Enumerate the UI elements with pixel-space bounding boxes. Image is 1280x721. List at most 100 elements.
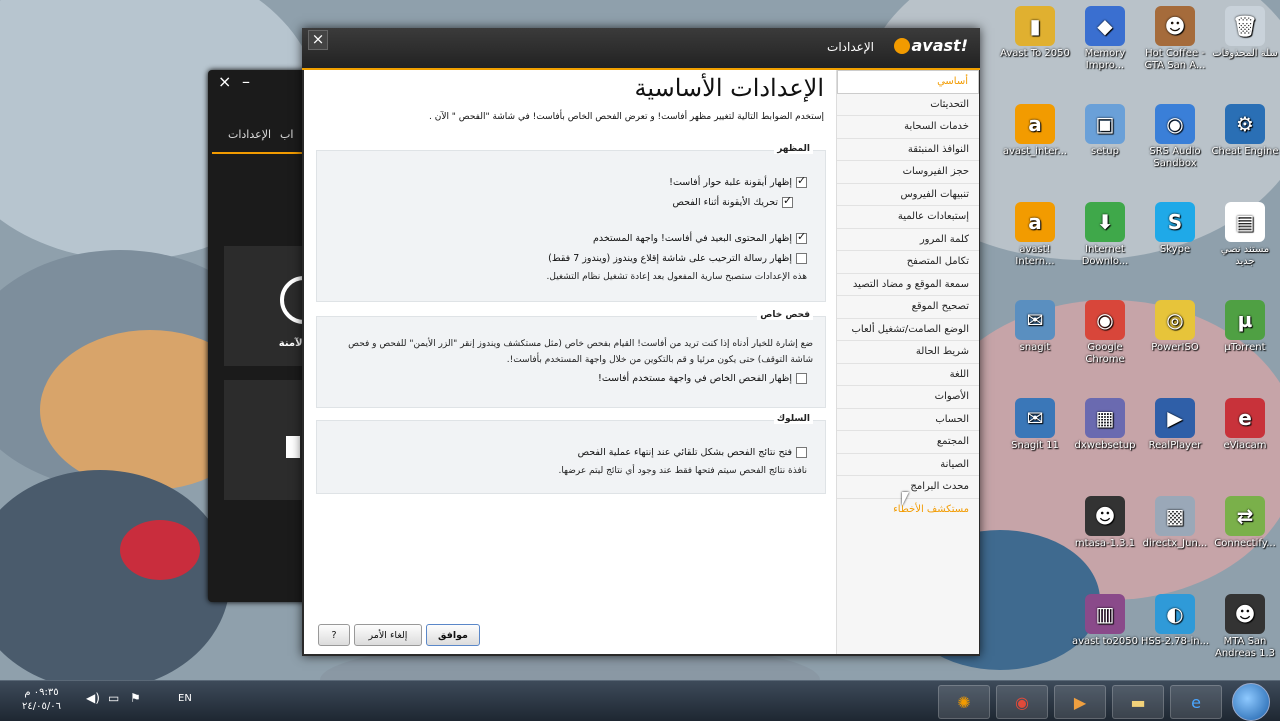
desktop-icon-label: سلة المحذوفات bbox=[1212, 48, 1278, 59]
sidebar-item[interactable]: حجز الفيروسات bbox=[837, 161, 979, 184]
desktop-icon[interactable]: ⚙ Cheat Engine bbox=[1210, 104, 1280, 158]
taskbar-chrome-icon[interactable]: ◉ bbox=[996, 685, 1048, 719]
language-indicator[interactable]: EN bbox=[178, 693, 192, 704]
sidebar-item[interactable]: النوافذ المنبثقة bbox=[837, 139, 979, 161]
panel-card[interactable]: الآمنة bbox=[224, 246, 328, 366]
tab-settings[interactable]: الإعدادات bbox=[228, 128, 271, 141]
desktop-icon[interactable]: ◆ Memory Impro... bbox=[1070, 6, 1140, 72]
background-avast-window[interactable]: × – الإعدادات اب الآمنة bbox=[208, 70, 328, 602]
remote-content-checkbox[interactable]: إظهار المحتوى البعيد في أفاست! واجهة الم… bbox=[593, 230, 807, 244]
sidebar-item[interactable]: الأصوات bbox=[837, 386, 979, 409]
desktop-icon[interactable]: ☻ MTA San Andreas 1.3 bbox=[1210, 594, 1280, 660]
taskbar-ie-icon[interactable]: e bbox=[1170, 685, 1222, 719]
taskbar-folder-icon[interactable]: ▬ bbox=[1112, 685, 1164, 719]
desktop-icon[interactable]: ▣ setup bbox=[1070, 104, 1140, 158]
sidebar-item[interactable]: إستبعادات عالمية bbox=[837, 206, 979, 229]
desktop-icon[interactable]: ▩ directx_Jun... bbox=[1140, 496, 1210, 550]
desktop-icon-label: HSS-2.78-in... bbox=[1140, 636, 1210, 647]
checkbox-unchecked[interactable] bbox=[796, 447, 807, 458]
custom-scan-desc-line-2: شاشة التوقف) حتى يكون مرئيا و قم بالتكوي… bbox=[506, 355, 813, 365]
desktop-icon[interactable]: ✉ snagit bbox=[1000, 300, 1070, 354]
appearance-section: المظهر إظهار أيقونة علبة حوار أفاست! تحر… bbox=[316, 144, 826, 302]
desktop-icon[interactable]: ◉ SRS Audio Sandbox bbox=[1140, 104, 1210, 170]
desktop-icon-label: snagit bbox=[1019, 342, 1051, 353]
desktop-icon[interactable]: µ µTorrent bbox=[1210, 300, 1280, 354]
desktop-icon-label: avast_inter... bbox=[1002, 146, 1068, 157]
desktop-icon-label: Snagit 11 bbox=[1011, 440, 1059, 451]
desktop-icon[interactable]: ☻ Hot Coffee - GTA San A... bbox=[1140, 6, 1210, 72]
desktop-icon[interactable]: ⇄ Connectify... bbox=[1210, 496, 1280, 550]
settings-dialog: × الإعدادات avast! الإعدادات الأساسية إس… bbox=[302, 28, 980, 656]
sidebar-item[interactable]: شريط الحالة bbox=[837, 341, 979, 364]
checkbox-checked[interactable] bbox=[782, 194, 793, 208]
sidebar-item[interactable]: الصيانة bbox=[837, 454, 979, 476]
welcome-message-checkbox[interactable]: إظهار رسالة الترحيب على شاشة إقلاع ويندو… bbox=[548, 253, 807, 264]
results-note: نافذة نتائج الفحص سيتم فتحها فقط عند وجو… bbox=[558, 466, 807, 476]
dialog-titlebar[interactable]: × الإعدادات avast! bbox=[302, 28, 980, 70]
desktop-icon-label: dxwebsetup bbox=[1074, 440, 1136, 451]
ok-button[interactable]: موافق bbox=[426, 624, 480, 646]
sidebar-item[interactable]: المجتمع bbox=[837, 431, 979, 454]
app-icon: ☻ bbox=[1155, 6, 1195, 46]
sidebar-item[interactable]: خدمات السحابة bbox=[837, 116, 979, 139]
desktop-icon[interactable]: ▦ dxwebsetup bbox=[1070, 398, 1140, 452]
sidebar-item[interactable]: تصحيح الموقع bbox=[837, 296, 979, 319]
sidebar-item[interactable]: تكامل المتصفح bbox=[837, 251, 979, 274]
dialog-title: الإعدادات bbox=[827, 40, 874, 54]
app-icon: ◉ bbox=[1085, 300, 1125, 340]
desktop-icon[interactable]: ◐ HSS-2.78-in... bbox=[1140, 594, 1210, 648]
animate-icon-checkbox[interactable]: تحريك الأيقونة أثناء الفحص bbox=[672, 194, 793, 208]
checkbox-unchecked[interactable] bbox=[796, 253, 807, 264]
desktop-icon[interactable]: ▶ RealPlayer bbox=[1140, 398, 1210, 452]
desktop-icon[interactable]: a avast_inter... bbox=[1000, 104, 1070, 158]
app-icon: ⇄ bbox=[1225, 496, 1265, 536]
desktop-icon-label: mtasa-1.3.1 bbox=[1074, 538, 1136, 549]
desktop-icon[interactable]: ▮ Avast To 2050 bbox=[1000, 6, 1070, 60]
start-button[interactable] bbox=[1232, 683, 1270, 721]
checkbox-unchecked[interactable] bbox=[796, 373, 807, 384]
desktop-icon[interactable]: 🗑 سلة المحذوفات bbox=[1210, 6, 1280, 60]
desktop-icon[interactable]: ☻ mtasa-1.3.1 bbox=[1070, 496, 1140, 550]
sidebar-item[interactable]: أساسي bbox=[837, 70, 979, 94]
flag-icon[interactable]: ⚑ bbox=[130, 691, 141, 705]
show-tray-icon-checkbox[interactable]: إظهار أيقونة علبة حوار أفاست! bbox=[669, 174, 807, 188]
app-icon: ◐ bbox=[1155, 594, 1195, 634]
desktop-icon[interactable]: ◎ PowerISO bbox=[1140, 300, 1210, 354]
desktop-icon[interactable]: ✉ Snagit 11 bbox=[1000, 398, 1070, 452]
taskbar-media-icon[interactable]: ▶ bbox=[1054, 685, 1106, 719]
help-button[interactable]: ? bbox=[318, 624, 350, 646]
checkbox-checked[interactable] bbox=[796, 174, 807, 188]
app-icon: ☻ bbox=[1225, 594, 1265, 634]
sidebar-item[interactable]: الوضع الصامت/تشغيل ألعاب bbox=[837, 319, 979, 341]
desktop-icon[interactable]: S Skype bbox=[1140, 202, 1210, 256]
sidebar-item[interactable]: الحساب bbox=[837, 409, 979, 431]
close-button[interactable]: × bbox=[308, 30, 328, 50]
network-icon[interactable]: ▭ bbox=[108, 691, 119, 705]
open-results-checkbox[interactable]: فتح نتائج الفحص بشكل تلقائي عند إنتهاء ع… bbox=[578, 447, 807, 458]
app-icon: ▦ bbox=[1085, 398, 1125, 438]
checkbox-checked[interactable] bbox=[796, 230, 807, 244]
taskbar-avast-icon[interactable]: ✺ bbox=[938, 685, 990, 719]
minimize-icon[interactable]: – bbox=[242, 72, 250, 91]
sidebar-item[interactable]: التحديثات bbox=[837, 94, 979, 116]
panel-card-2[interactable] bbox=[224, 380, 308, 500]
volume-icon[interactable]: ◀) bbox=[86, 691, 100, 705]
section-title: فحص خاص bbox=[757, 310, 813, 320]
desktop-icon[interactable]: ⬇ Internet Downlo... bbox=[1070, 202, 1140, 268]
tab-partial[interactable]: اب bbox=[280, 128, 293, 141]
desktop-icon[interactable]: ▥ avast to2050 bbox=[1070, 594, 1140, 648]
sidebar-item[interactable]: اللغة bbox=[837, 364, 979, 386]
sidebar-item[interactable]: سمعة الموقع و مضاد التصيد bbox=[837, 274, 979, 296]
sidebar-item[interactable]: كلمة المرور bbox=[837, 229, 979, 251]
desktop-icon[interactable]: ▤ مستند نصي جديد bbox=[1210, 202, 1280, 268]
show-custom-scan-checkbox[interactable]: إظهار الفحص الخاص في واجهة مستخدم أفاست! bbox=[598, 373, 807, 384]
sidebar-item[interactable]: تنبيهات الفيروس bbox=[837, 184, 979, 206]
close-icon[interactable]: × bbox=[218, 72, 231, 91]
desktop-icon-label: Internet Downlo... bbox=[1081, 244, 1129, 267]
desktop-icon[interactable]: ◉ Google Chrome bbox=[1070, 300, 1140, 366]
desktop-icon-label: avast to2050 bbox=[1072, 636, 1138, 647]
clock[interactable]: ٠٩:٣٥ م ٢٤/٠٥/٠٦ bbox=[22, 686, 61, 714]
desktop-icon[interactable]: e eViacam bbox=[1210, 398, 1280, 452]
cancel-button[interactable]: إلغاء الأمر bbox=[354, 624, 422, 646]
desktop-icon[interactable]: a avast! Intern... bbox=[1000, 202, 1070, 268]
